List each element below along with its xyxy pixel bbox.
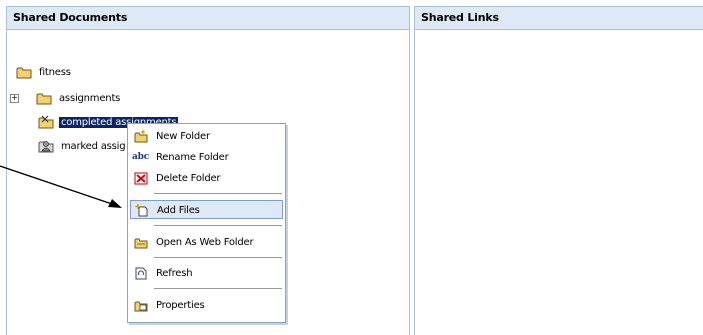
add-file-icon [135, 204, 148, 217]
delete-icon [134, 172, 148, 185]
menu-item-properties[interactable]: Properties [130, 296, 283, 315]
refresh-icon [135, 267, 147, 280]
menu-separator [154, 288, 282, 289]
abc-rename-icon: abc [132, 152, 150, 162]
menu-item-label: Rename Folder [156, 152, 229, 163]
shared-links-header: Shared Links [415, 7, 703, 30]
tree-node-label: fitness [39, 67, 71, 78]
menu-item-add-files[interactable]: Add Files [130, 200, 283, 219]
shared-links-panel: Shared Links [414, 6, 703, 335]
tree-node-marked-assignments[interactable]: marked assig [38, 137, 127, 155]
menu-item-label: New Folder [156, 131, 210, 142]
menu-item-label: Refresh [156, 268, 193, 279]
tree-node-root[interactable]: fitness [16, 63, 73, 81]
menu-item-label: Properties [156, 300, 205, 311]
folder-user-icon [38, 141, 54, 153]
tree-node-label: marked assig [61, 141, 126, 152]
folder-icon [16, 67, 32, 78]
shared-documents-header: Shared Documents [7, 7, 409, 30]
menu-separator [154, 193, 282, 194]
menu-item-open-as-web-folder[interactable]: Open As Web Folder [130, 233, 283, 252]
new-folder-icon [134, 130, 148, 143]
properties-icon [134, 301, 148, 312]
menu-item-delete-folder[interactable]: Delete Folder [130, 169, 283, 188]
menu-item-new-folder[interactable]: New Folder [130, 127, 283, 146]
web-folder-icon [134, 238, 148, 249]
menu-item-refresh[interactable]: Refresh [130, 264, 283, 283]
context-menu: New Folder abc Rename Folder Delete Fold… [127, 123, 286, 323]
tree-node-assignments[interactable]: assignments [36, 89, 122, 107]
folder-icon [36, 93, 52, 104]
tree-expander-plus[interactable]: + [10, 94, 19, 103]
menu-separator [154, 225, 282, 226]
menu-item-label: Add Files [157, 205, 200, 216]
menu-item-label: Open As Web Folder [156, 237, 254, 248]
menu-separator [154, 257, 282, 258]
menu-item-label: Delete Folder [156, 173, 221, 184]
tree-node-label: assignments [59, 93, 121, 104]
menu-item-rename-folder[interactable]: abc Rename Folder [130, 148, 283, 167]
folder-shared-icon [38, 115, 54, 129]
